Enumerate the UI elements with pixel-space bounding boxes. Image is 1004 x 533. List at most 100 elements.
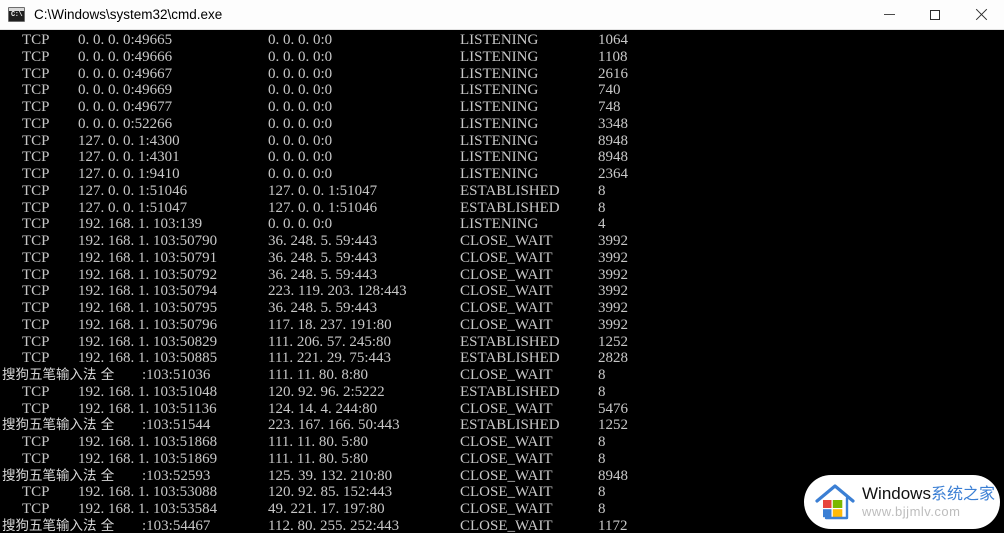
foreign-address-cell: 127. 0. 0. 1:51046 bbox=[268, 199, 378, 216]
protocol-cell: TCP bbox=[22, 32, 50, 48]
state-cell: LISTENING bbox=[460, 65, 539, 82]
foreign-address-cell: 36. 248. 5. 59:443 bbox=[268, 249, 378, 266]
ime-overlay-label: 搜狗五笔输入法 全 bbox=[2, 517, 115, 533]
state-cell: CLOSE_WAIT bbox=[460, 266, 553, 283]
state-cell: ESTABLISHED bbox=[460, 350, 560, 367]
local-address-cell: 127. 0. 0. 1:51047 bbox=[78, 199, 188, 216]
watermark-text: Windows系统之家 www.bjjmlv.com bbox=[862, 484, 995, 520]
local-address-cell: 0. 0. 0. 0:49666 bbox=[78, 48, 173, 65]
table-row: TCP 192. 168. 1. 103:50792 36. 248. 5. 59:… bbox=[0, 267, 1004, 284]
foreign-address-cell: 36. 248. 5. 59:443 bbox=[268, 266, 378, 283]
local-address-cell: 0. 0. 0. 0:49669 bbox=[78, 82, 173, 99]
protocol-cell: TCP bbox=[22, 48, 50, 65]
local-address-cell: 192. 168. 1. 103:53584 bbox=[78, 501, 218, 517]
foreign-address-cell: 127. 0. 0. 1:51047 bbox=[268, 182, 378, 199]
foreign-address-cell: 0. 0. 0. 0:0 bbox=[268, 166, 333, 182]
local-address-cell: 192. 168. 1. 103:50795 bbox=[78, 300, 218, 316]
state-cell: LISTENING bbox=[460, 32, 539, 48]
pid-cell: 8 bbox=[598, 199, 606, 216]
foreign-address-cell: 120. 92. 85. 152:443 bbox=[268, 484, 393, 501]
watermark-brand-cn: 系统之家 bbox=[930, 484, 995, 503]
local-address-cell: 192. 168. 1. 103:51869 bbox=[78, 450, 218, 467]
watermark-url: www.bjjmlv.com bbox=[862, 504, 961, 519]
local-address-cell: 0. 0. 0. 0:49665 bbox=[78, 32, 173, 48]
pid-cell: 748 bbox=[598, 99, 621, 115]
state-cell: LISTENING bbox=[460, 149, 539, 166]
protocol-cell: TCP bbox=[22, 249, 50, 266]
local-address-cell: 192. 168. 1. 103:50790 bbox=[78, 233, 218, 249]
protocol-cell: TCP bbox=[22, 383, 50, 400]
close-button[interactable] bbox=[958, 0, 1004, 30]
local-address-cell: 192. 168. 1. 103:50796 bbox=[78, 316, 218, 333]
state-cell: LISTENING bbox=[460, 99, 539, 115]
pid-cell: 8 bbox=[598, 484, 606, 501]
state-cell: CLOSE_WAIT bbox=[460, 434, 553, 450]
protocol-cell: TCP bbox=[22, 132, 50, 149]
title-bar[interactable]: C:\ C:\Windows\system32\cmd.exe bbox=[0, 0, 1004, 30]
pid-cell: 1064 bbox=[598, 32, 628, 48]
pid-cell: 8948 bbox=[598, 132, 628, 149]
foreign-address-cell: 112. 80. 255. 252:443 bbox=[268, 517, 400, 533]
local-address-cell: 127. 0. 0. 1:9410 bbox=[78, 166, 180, 182]
pid-cell: 8 bbox=[598, 367, 606, 383]
protocol-cell: TCP bbox=[22, 266, 50, 283]
local-address-cell: 192. 168. 1. 103:51136 bbox=[78, 400, 217, 417]
protocol-cell: TCP bbox=[22, 350, 50, 367]
maximize-button[interactable] bbox=[912, 0, 958, 30]
pid-cell: 8 bbox=[598, 501, 606, 517]
minimize-button[interactable] bbox=[866, 0, 912, 30]
table-row: TCP 192. 168. 1. 103:51048 120. 92. 96. 2:… bbox=[0, 384, 1004, 401]
protocol-cell: TCP bbox=[22, 166, 50, 182]
table-row: TCP 0. 0. 0. 0:49667 0. 0. 0. 0:0 LISTENING… bbox=[0, 66, 1004, 83]
local-address-cell: 192. 168. 1. 103:139 bbox=[78, 216, 203, 233]
pid-cell: 1108 bbox=[598, 48, 628, 65]
pid-cell: 2616 bbox=[598, 65, 628, 82]
pid-cell: 1252 bbox=[598, 333, 628, 350]
state-cell: LISTENING bbox=[460, 82, 539, 99]
state-cell: ESTABLISHED bbox=[460, 383, 560, 400]
protocol-cell: TCP bbox=[22, 115, 50, 132]
foreign-address-cell: 0. 0. 0. 0:0 bbox=[268, 82, 333, 99]
netstat-row-list: TCP 0. 0. 0. 0:49665 0. 0. 0. 0:0 LISTENING… bbox=[0, 32, 1004, 533]
table-row: 搜狗五笔输入法 全:103:51544 223. 167. 166. 50:443… bbox=[0, 417, 1004, 434]
protocol-cell: TCP bbox=[22, 450, 50, 467]
table-row: TCP 192. 168. 1. 103:51868 111. 11. 80. 5:… bbox=[0, 434, 1004, 451]
watermark-brand: Windows bbox=[862, 484, 931, 503]
ime-overlay-label: 搜狗五笔输入法 全 bbox=[2, 417, 115, 434]
pid-cell: 8 bbox=[598, 182, 606, 199]
window-title: C:\Windows\system32\cmd.exe bbox=[34, 7, 223, 22]
watermark-brand-line: Windows系统之家 bbox=[862, 484, 995, 504]
table-row: TCP 0. 0. 0. 0:49669 0. 0. 0. 0:0 LISTENING… bbox=[0, 82, 1004, 99]
foreign-address-cell: 0. 0. 0. 0:0 bbox=[268, 216, 333, 233]
local-address-cell: 192. 168. 1. 103:50829 bbox=[78, 333, 218, 350]
foreign-address-cell: 36. 248. 5. 59:443 bbox=[268, 233, 378, 249]
table-row: TCP 0. 0. 0. 0:52266 0. 0. 0. 0:0 LISTENING… bbox=[0, 116, 1004, 133]
foreign-address-cell: 36. 248. 5. 59:443 bbox=[268, 300, 378, 316]
protocol-cell: TCP bbox=[22, 99, 50, 115]
local-address-cell: 0. 0. 0. 0:49677 bbox=[78, 99, 173, 115]
state-cell: CLOSE_WAIT bbox=[460, 233, 553, 249]
table-row: TCP 127. 0. 0. 1:51047 127. 0. 0. 1:51046 E… bbox=[0, 200, 1004, 217]
maximize-icon bbox=[930, 9, 940, 20]
foreign-address-cell: 111. 11. 80. 5:80 bbox=[268, 450, 368, 467]
state-cell: CLOSE_WAIT bbox=[460, 467, 553, 484]
protocol-cell: TCP bbox=[22, 216, 50, 233]
table-row: TCP 192. 168. 1. 103:50790 36. 248. 5. 59:… bbox=[0, 233, 1004, 250]
local-address-cell: 0. 0. 0. 0:49667 bbox=[78, 65, 173, 82]
ime-overlay-label: 搜狗五笔输入法 全 bbox=[2, 467, 115, 484]
table-row: TCP 0. 0. 0. 0:49665 0. 0. 0. 0:0 LISTENING… bbox=[0, 32, 1004, 49]
state-cell: LISTENING bbox=[460, 115, 539, 132]
pid-cell: 1172 bbox=[598, 517, 628, 533]
console-output-area[interactable]: TCP 0. 0. 0. 0:49665 0. 0. 0. 0:0 LISTENING… bbox=[0, 30, 1004, 533]
foreign-address-cell: 0. 0. 0. 0:0 bbox=[268, 48, 333, 65]
protocol-cell: TCP bbox=[22, 300, 50, 316]
table-row: TCP 192. 168. 1. 103:139 0. 0. 0. 0:0 LISTE… bbox=[0, 216, 1004, 233]
foreign-address-cell: 0. 0. 0. 0:0 bbox=[268, 65, 333, 82]
local-address-cell: 192. 168. 1. 103:53088 bbox=[78, 484, 218, 501]
state-cell: LISTENING bbox=[460, 216, 539, 233]
foreign-address-cell: 111. 11. 80. 5:80 bbox=[268, 434, 368, 450]
state-cell: ESTABLISHED bbox=[460, 199, 560, 216]
local-address-cell: 192. 168. 1. 103:50885 bbox=[78, 350, 218, 367]
table-row: TCP 192. 168. 1. 103:50794 223. 119. 203. … bbox=[0, 283, 1004, 300]
protocol-cell: TCP bbox=[22, 283, 50, 300]
